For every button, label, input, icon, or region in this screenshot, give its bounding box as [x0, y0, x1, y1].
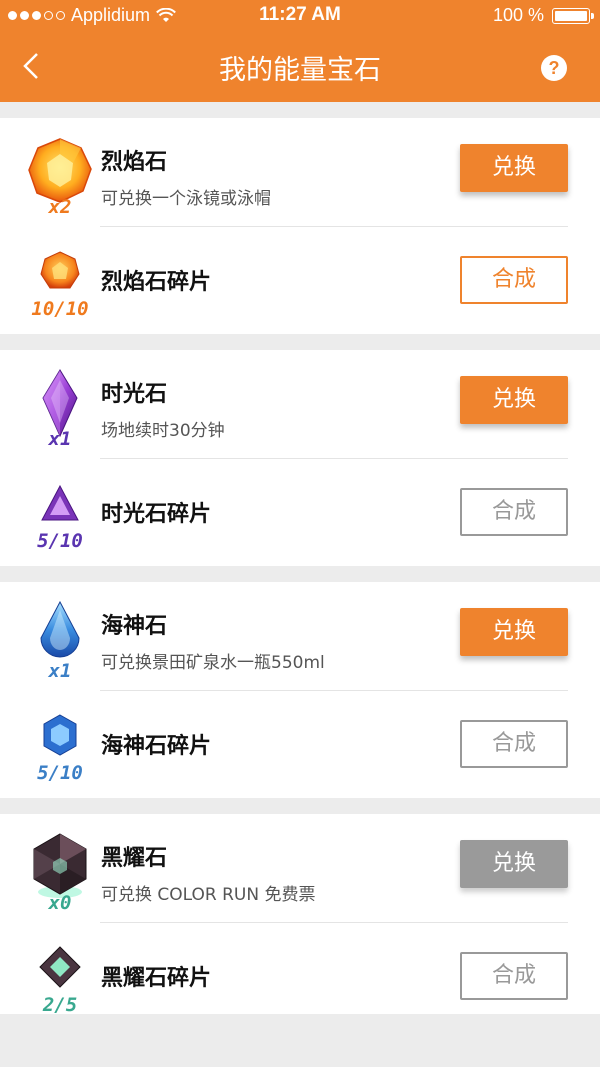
gem-name: 烈焰石 [101, 150, 168, 175]
battery-icon [552, 7, 594, 24]
fragment-name: 时光石碎片 [101, 502, 212, 527]
fragment-row: 5/10 时光石碎片 合成 [0, 458, 600, 566]
gem-description: 可兑换 COLOR RUN 免费票 [101, 885, 316, 905]
exchange-button[interactable]: 兑换 [460, 376, 568, 424]
time-fragment-icon [37, 480, 83, 526]
fragment-name: 黑耀石碎片 [101, 966, 212, 991]
obsidian-fragment-icon [37, 944, 83, 990]
fragment-row: 5/10 海神石碎片 合成 [0, 690, 600, 798]
help-button[interactable]: ? [541, 55, 567, 81]
top-bar: Applidium 11:27 AM 100 % 我的能量宝石 ? [0, 0, 600, 102]
exchange-button[interactable]: 兑换 [460, 608, 568, 656]
gem-description: 可兑换一个泳镜或泳帽 [101, 189, 271, 209]
gem-row: x1 海神石 可兑换景田矿泉水一瓶550ml 兑换 [0, 582, 600, 690]
fire-fragment-icon [37, 248, 83, 294]
page-title: 我的能量宝石 [219, 55, 381, 86]
fragment-row: 2/5 黑耀石碎片 合成 [0, 922, 600, 1030]
gem-card-time: x1 时光石 场地续时30分钟 兑换 5/10 时光石碎片 合成 [0, 350, 600, 566]
status-bar: Applidium 11:27 AM 100 % [0, 0, 600, 32]
gem-row: x2 烈焰石 可兑换一个泳镜或泳帽 兑换 [0, 118, 600, 226]
merge-button[interactable]: 合成 [460, 952, 568, 1000]
gem-description: 场地续时30分钟 [101, 421, 225, 441]
gem-name: 海神石 [101, 614, 168, 639]
gem-row: x1 时光石 场地续时30分钟 兑换 [0, 350, 600, 458]
merge-button[interactable]: 合成 [460, 488, 568, 536]
exchange-button[interactable]: 兑换 [460, 840, 568, 888]
gem-row: x0 黑耀石 可兑换 COLOR RUN 免费票 兑换 [0, 814, 600, 922]
merge-button[interactable]: 合成 [460, 720, 568, 768]
fragment-count: 5/10 [37, 530, 83, 552]
gem-name: 黑耀石 [101, 846, 168, 871]
gem-card-sea: x1 海神石 可兑换景田矿泉水一瓶550ml 兑换 5/10 海神石碎片 合成 [0, 582, 600, 798]
fragment-count: 5/10 [37, 762, 83, 784]
sea-fragment-icon [37, 712, 83, 758]
fragment-name: 烈焰石碎片 [101, 270, 212, 295]
exchange-button[interactable]: 兑换 [460, 144, 568, 192]
merge-button[interactable]: 合成 [460, 256, 568, 304]
fragment-row: 10/10 烈焰石碎片 合成 [0, 226, 600, 334]
battery-label: 100 % [492, 5, 544, 25]
fragment-name: 海神石碎片 [101, 734, 212, 759]
fragment-count: 2/5 [42, 994, 78, 1016]
gem-description: 可兑换景田矿泉水一瓶550ml [101, 653, 325, 673]
gem-card-obsidian: x0 黑耀石 可兑换 COLOR RUN 免费票 兑换 2/5 黑耀石碎片 合成 [0, 814, 600, 1016]
gem-name: 时光石 [101, 382, 168, 407]
status-right: 100 % [492, 5, 594, 26]
gem-card-fire: x2 烈焰石 可兑换一个泳镜或泳帽 兑换 10/10 烈焰石碎片 合成 [0, 118, 600, 334]
fragment-count: 10/10 [31, 298, 89, 320]
